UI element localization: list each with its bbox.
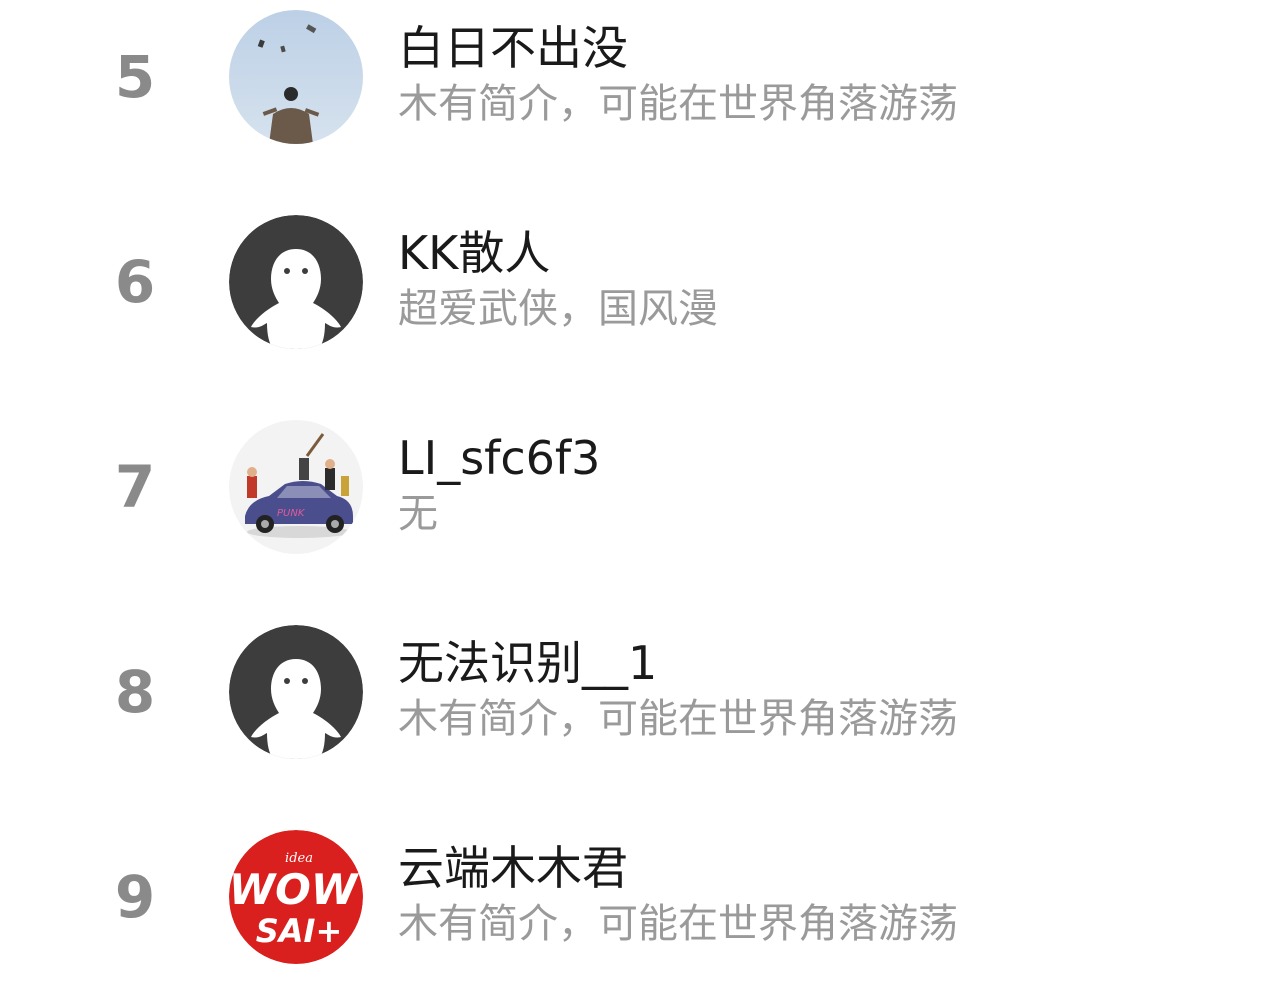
avatar-default-ghost <box>229 625 363 759</box>
list-item[interactable]: 8 无法识别__1 木有简介，可能在世界角落游荡 <box>0 615 1280 765</box>
user-name[interactable]: 白日不出没 <box>398 18 628 78</box>
avatar[interactable] <box>229 10 363 144</box>
avatar[interactable]: PUNK <box>229 420 363 554</box>
user-name[interactable]: 无法识别__1 <box>398 633 657 693</box>
rank-number: 6 <box>114 248 156 316</box>
user-bio: 木有简介，可能在世界角落游荡 <box>398 696 958 742</box>
rank-number: 5 <box>114 43 156 111</box>
avatar-default-ghost <box>229 215 363 349</box>
user-ranking-list: 5 白日不出没 木有简介，可能在世界角落游荡 6 KK散人 超爱武侠，国风漫 7… <box>0 0 1280 999</box>
avatar[interactable] <box>229 625 363 759</box>
avatar-illustration-car: PUNK <box>229 420 363 554</box>
logo-text-line1: idea <box>285 851 313 866</box>
rank-number: 7 <box>114 453 156 521</box>
list-item[interactable]: 6 KK散人 超爱武侠，国风漫 <box>0 205 1280 355</box>
avatar[interactable] <box>229 215 363 349</box>
avatar-red-logo: idea WOW SAI+ <box>229 830 363 964</box>
user-bio: 木有简介，可能在世界角落游荡 <box>398 901 958 947</box>
user-name[interactable]: LI_sfc6f3 <box>398 428 600 488</box>
user-name[interactable]: KK散人 <box>398 223 550 283</box>
rank-number: 9 <box>114 863 156 931</box>
logo-text-line3: SAI+ <box>256 912 343 950</box>
rank-number: 8 <box>114 658 156 726</box>
logo-text-line2: WOW <box>229 865 360 914</box>
user-bio: 超爱武侠，国风漫 <box>398 286 718 332</box>
list-item[interactable]: 9 idea WOW SAI+ 云端木木君 木有简介，可能在世界角落游荡 <box>0 820 1280 970</box>
user-name[interactable]: 云端木木君 <box>398 838 628 898</box>
list-item[interactable]: 5 白日不出没 木有简介，可能在世界角落游荡 <box>0 0 1280 150</box>
list-item[interactable]: 7 PUNK LI_sfc6f3 无 <box>0 410 1280 560</box>
avatar[interactable]: idea WOW SAI+ <box>229 830 363 964</box>
user-bio: 木有简介，可能在世界角落游荡 <box>398 81 958 127</box>
user-bio: 无 <box>398 491 438 537</box>
avatar-photo-person-sky <box>229 10 363 144</box>
svg-text:PUNK: PUNK <box>277 508 306 519</box>
